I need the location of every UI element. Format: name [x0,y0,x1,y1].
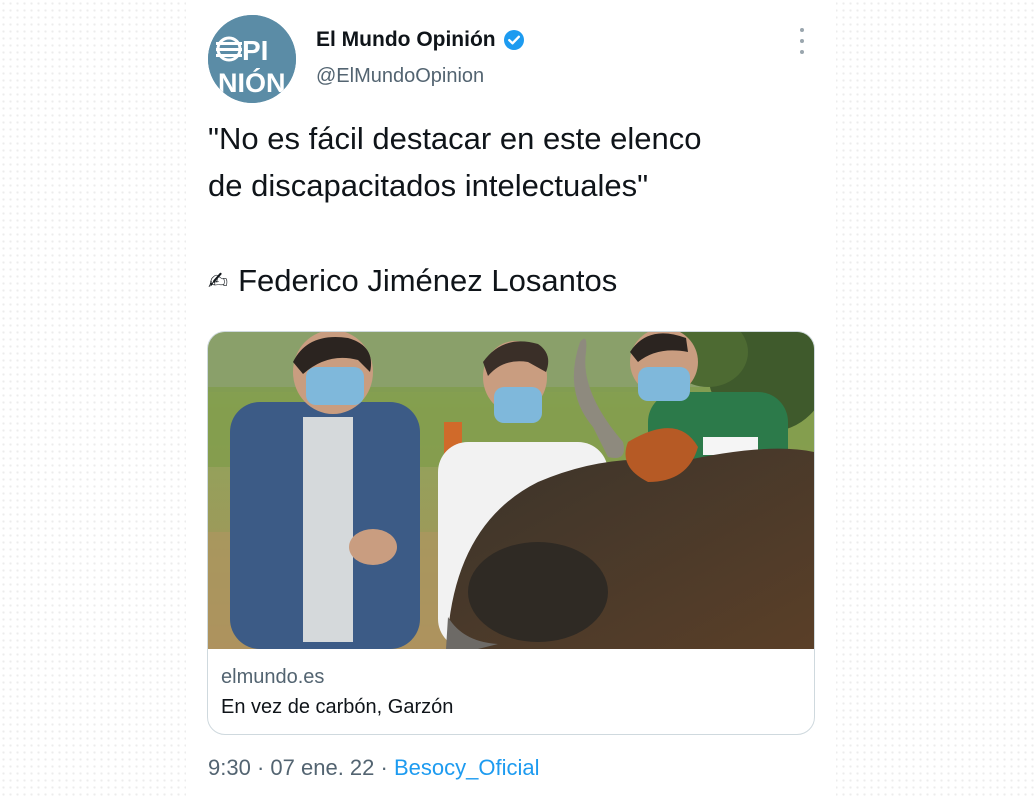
verified-badge-icon [503,30,524,50]
author-name: Federico Jiménez Losantos [238,263,618,298]
opinion-logo-icon: PI NIÓN [208,15,296,103]
tweet-time[interactable]: 9:30 [208,755,251,780]
link-preview-card[interactable]: elmundo.es En vez de carbón, Garzón [207,331,815,735]
more-options-icon[interactable] [792,28,812,54]
via-link[interactable]: Besocy_Oficial [394,755,540,780]
separator-dot: · [380,755,394,780]
svg-text:NIÓN: NIÓN [218,67,286,98]
tweet-card: PI NIÓN El Mundo Opinión @ElMundoOpinion… [186,0,836,800]
separator-dot: · [256,755,271,780]
link-title[interactable]: En vez de carbón, Garzón [221,695,453,719]
tweet-text-line: "No es fácil destacar en este elenco [208,121,702,156]
display-name-text[interactable]: El Mundo Opinión [316,28,496,52]
link-preview-image[interactable] [208,332,814,649]
user-handle[interactable]: @ElMundoOpinion [316,65,484,88]
writing-hand-icon: ✍ [208,268,229,295]
tweet-date[interactable]: 07 ene. 22 [270,755,374,780]
svg-text:PI: PI [242,35,268,66]
avatar[interactable]: PI NIÓN [208,15,296,103]
link-preview-meta[interactable]: elmundo.es En vez de carbón, Garzón [221,665,453,719]
author-signature: ✍ Federico Jiménez Losantos [208,257,617,307]
display-name[interactable]: El Mundo Opinión [316,28,525,52]
tweet-text-line: de discapacitados intelectuales" [208,168,649,203]
tweet-text: "No es fácil destacar en este elenco de … [208,115,808,209]
link-domain[interactable]: elmundo.es [221,665,453,689]
tweet-footer: 9:30 · 07 ene. 22 · Besocy_Oficial [208,755,539,781]
